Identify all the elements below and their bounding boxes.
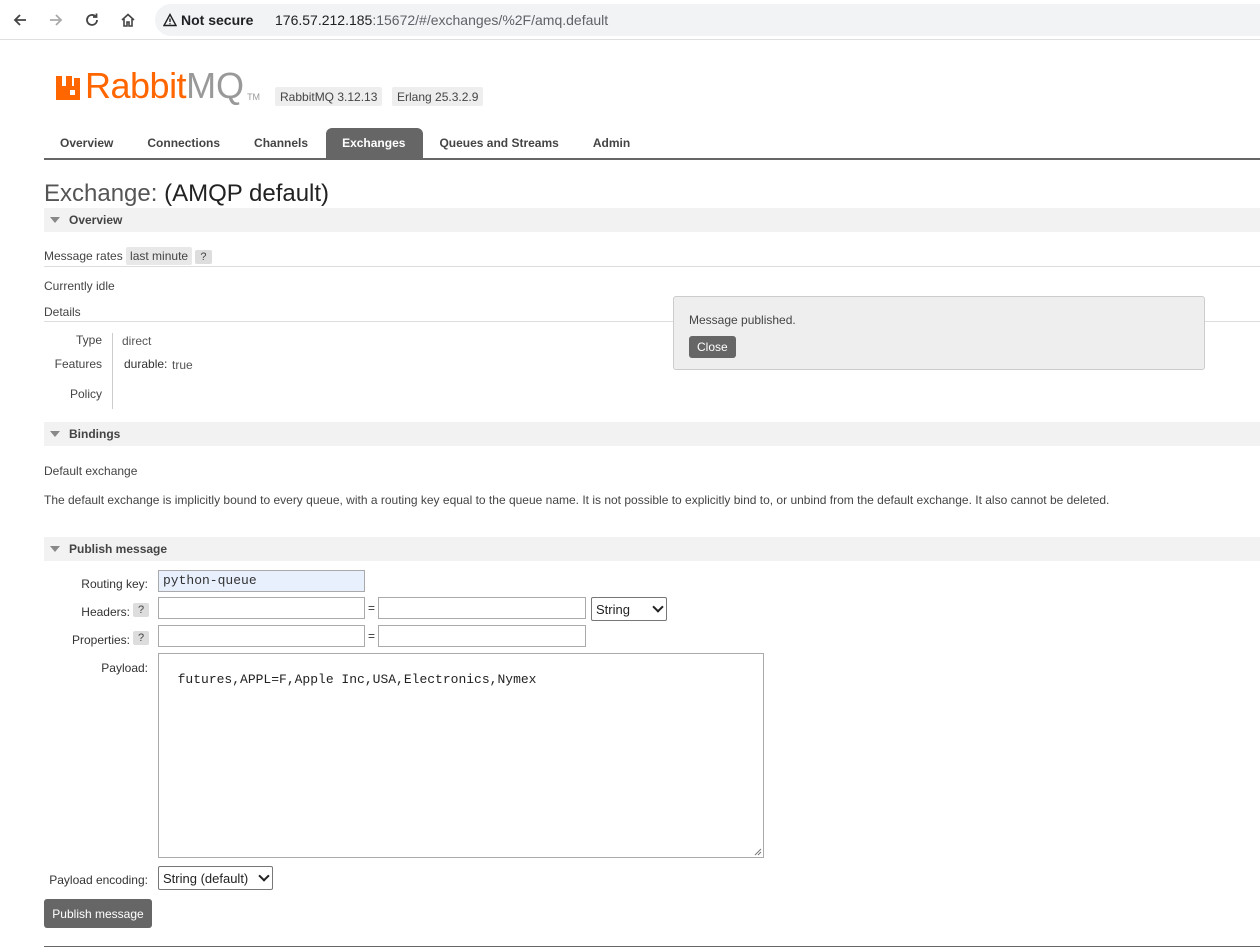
section-publish-header[interactable]: Publish message: [44, 537, 1260, 561]
tab-connections[interactable]: Connections: [131, 128, 238, 159]
payload-encoding-select[interactable]: String (default): [158, 866, 273, 890]
routing-key-label: Routing key:: [81, 577, 148, 591]
publish-message-button[interactable]: Publish message: [44, 899, 152, 928]
type-key: Type: [75, 333, 102, 347]
collapse-triangle-icon: [50, 217, 60, 223]
tab-queues-and-streams[interactable]: Queues and Streams: [423, 128, 576, 159]
collapse-triangle-icon: [50, 431, 60, 437]
help-button[interactable]: ?: [195, 250, 212, 264]
payload-text: futures,APPL=F,Apple Inc,USA,Electronics…: [177, 672, 537, 687]
section-overview-header[interactable]: Overview: [44, 208, 1260, 232]
message-published-popup: Message published. Close: [673, 296, 1205, 370]
property-value-input[interactable]: [378, 625, 586, 647]
header-value-input[interactable]: [378, 597, 586, 619]
page-title: Exchange: (AMQP default): [44, 180, 329, 208]
header-key-input[interactable]: [158, 597, 365, 619]
logo-trademark: TM: [247, 92, 261, 102]
policy-key: Policy: [69, 387, 102, 401]
resize-grip-icon[interactable]: [754, 848, 762, 856]
header-equals: =: [368, 601, 376, 615]
logo-word: Rabbit: [85, 65, 187, 106]
reload-icon[interactable]: [80, 8, 104, 32]
warning-icon: [163, 13, 177, 27]
property-key-input[interactable]: [158, 625, 365, 647]
property-equals: =: [368, 629, 376, 643]
section-label: Bindings: [69, 427, 121, 441]
headers-label: Headers:: [81, 605, 130, 619]
tab-underline: [44, 158, 1260, 160]
features-key: Features: [54, 357, 102, 371]
idle-status: Currently idle: [44, 279, 115, 293]
properties-label: Properties:: [71, 633, 130, 647]
url-text[interactable]: 176.57.212.185:15672/#/exchanges/%2F/amq…: [275, 12, 608, 28]
back-icon[interactable]: [8, 8, 32, 32]
section-label: Publish message: [69, 542, 168, 556]
tab-channels[interactable]: Channels: [238, 128, 326, 159]
headers-help-button[interactable]: ?: [133, 603, 150, 617]
popup-message: Message published.: [689, 313, 796, 327]
features-durable-key: durable:: [124, 357, 168, 371]
rabbitmq-logo[interactable]: Rabbit MQ TM: [54, 68, 260, 104]
payload-textarea[interactable]: futures,APPL=F,Apple Inc,USA,Electronics…: [158, 653, 764, 858]
erlang-version-badge: Erlang 25.3.2.9: [392, 87, 484, 106]
chevron-down-icon: [258, 870, 270, 882]
home-icon[interactable]: [116, 8, 140, 32]
header-type-select[interactable]: String: [591, 597, 667, 621]
details-divider: [112, 333, 113, 409]
bottom-divider: [44, 946, 1260, 947]
collapse-triangle-icon: [50, 546, 60, 552]
header-type-value: String: [596, 601, 630, 617]
section-bindings-header[interactable]: Bindings: [44, 422, 1260, 446]
forward-icon[interactable]: [44, 8, 68, 32]
browser-toolbar: Not secure 176.57.212.185:15672/#/exchan…: [0, 0, 1260, 40]
main-tabs: Overview Connections Channels Exchanges …: [44, 128, 648, 160]
default-exchange-description: The default exchange is implicitly bound…: [44, 493, 1110, 507]
tab-exchanges[interactable]: Exchanges: [326, 128, 424, 159]
security-indicator[interactable]: Not secure: [163, 12, 253, 28]
message-rates-label: Message rates: [44, 249, 123, 263]
rabbitmq-logo-icon: [56, 76, 80, 100]
logo-mq: MQ: [186, 65, 245, 106]
url-host: 176.57.212.185: [275, 12, 373, 28]
features-durable-value: true: [172, 358, 193, 372]
payload-encoding-label: Payload encoding:: [49, 873, 148, 887]
popup-close-button[interactable]: Close: [689, 336, 736, 358]
tab-overview[interactable]: Overview: [44, 128, 131, 159]
security-label: Not secure: [181, 12, 254, 28]
rate-period-toggle[interactable]: last minute: [126, 247, 193, 265]
default-exchange-label: Default exchange: [44, 464, 138, 478]
routing-key-input[interactable]: python-queue: [158, 570, 365, 592]
rabbitmq-version-badge: RabbitMQ 3.12.13: [275, 87, 383, 106]
tab-admin[interactable]: Admin: [577, 128, 648, 159]
section-label: Overview: [69, 213, 123, 227]
details-label: Details: [44, 305, 81, 319]
page-title-kind: Exchange:: [44, 180, 158, 207]
type-value: direct: [122, 334, 152, 348]
properties-help-button[interactable]: ?: [133, 631, 150, 645]
page-title-name: (AMQP default): [164, 180, 330, 207]
payload-label: Payload:: [101, 661, 148, 675]
payload-encoding-value: String (default): [163, 870, 249, 886]
message-rates-header: Message rates last minute ?: [44, 247, 1260, 267]
address-bar[interactable]: Not secure 176.57.212.185:15672/#/exchan…: [155, 4, 1260, 36]
url-path: :15672/#/exchanges/%2F/amq.default: [372, 12, 609, 28]
chevron-down-icon: [652, 601, 664, 613]
